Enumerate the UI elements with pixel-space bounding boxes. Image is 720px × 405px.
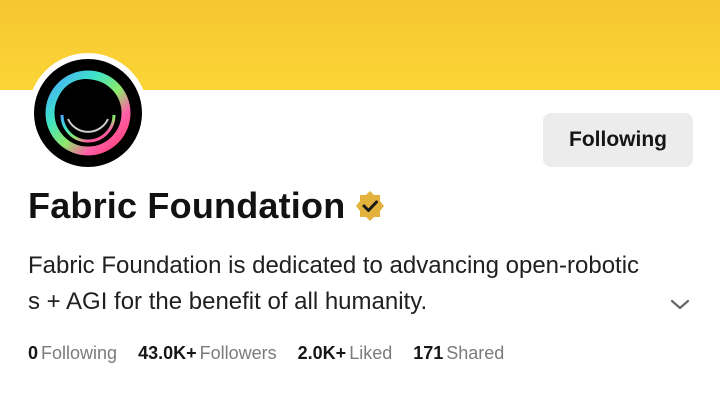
fabric-logo-icon [34,59,142,167]
profile-header: Fabric Foundation [28,183,387,229]
following-button[interactable]: Following [543,113,693,167]
avatar[interactable] [28,53,148,173]
stat-value: 171 [413,343,444,363]
profile-bio: Fabric Foundation is dedicated to advanc… [28,252,640,315]
profile-name: Fabric Foundation [28,185,346,226]
stat-label: Liked [349,343,393,363]
stat-followers[interactable]: 43.0K+ Followers [138,343,277,364]
profile-stats: 0 Following 43.0K+ Followers 2.0K+ Liked 17… [28,343,525,364]
stat-liked[interactable]: 2.0K+ Liked [298,343,393,364]
stat-label: Following [41,343,118,363]
stat-label: Shared [446,343,505,363]
chevron-down-icon[interactable] [668,292,692,316]
stat-following[interactable]: 0 Following [28,343,117,364]
stat-value: 2.0K+ [297,343,347,363]
stat-shared[interactable]: 171 Shared [413,343,504,364]
verified-badge-icon [353,189,387,223]
stat-value: 0 [28,343,39,363]
stat-label: Followers [199,343,277,363]
stat-value: 43.0K+ [138,343,197,363]
